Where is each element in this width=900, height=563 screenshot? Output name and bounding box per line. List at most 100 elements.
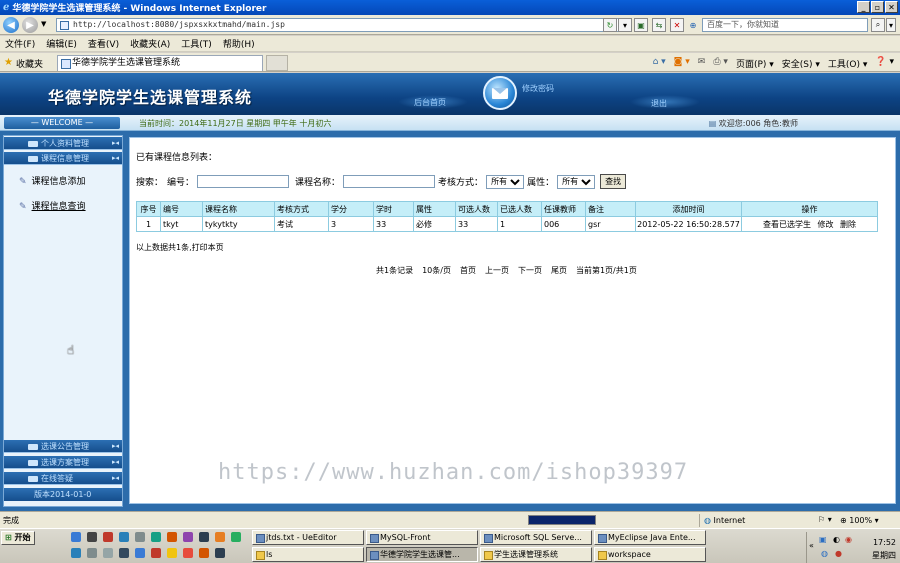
task-folder-ls[interactable]: ls <box>252 547 364 562</box>
security-icon[interactable]: ◉ <box>845 535 852 544</box>
minimize-button[interactable]: _ <box>857 1 870 13</box>
pager-page-size: 10条/页 <box>422 266 451 275</box>
quicklaunch-icon[interactable] <box>119 548 129 558</box>
search-input[interactable]: 百度一下，你就知道 <box>702 18 868 32</box>
tray-expand-icon[interactable]: « <box>809 541 814 550</box>
stop-icon[interactable]: ✕ <box>670 18 684 32</box>
back-button[interactable]: ◀ <box>3 17 19 33</box>
feeds-icon[interactable]: ◙ ▾ <box>674 57 690 70</box>
compat-view-icon[interactable]: ▣ <box>634 18 648 32</box>
page-menu[interactable]: 页面(P) ▾ <box>736 57 774 70</box>
menu-tools[interactable]: 工具(T) <box>181 37 212 50</box>
pager-last[interactable]: 尾页 <box>551 265 567 276</box>
volume-icon[interactable]: ◐ <box>833 535 840 544</box>
record-summary[interactable]: 以上数据共1条,打印本页 <box>136 242 224 253</box>
attribute-select[interactable]: 所有 <box>557 174 596 189</box>
sidebar-section-profile[interactable]: 个人资料管理 ▸◂ <box>4 137 122 150</box>
browser-statusbar: 完成 ◍ Internet ⚐ ▾ ⊕ 100% ▾ <box>0 511 900 528</box>
address-dropdown-icon[interactable]: ▾ <box>618 18 632 32</box>
sidebar-item-course-query[interactable]: ✎ 课程信息查询 <box>19 199 86 212</box>
menu-edit[interactable]: 编辑(E) <box>46 37 77 50</box>
sidebar-section-plan[interactable]: 选课方案管理 ▸◂ <box>4 456 122 469</box>
command-bar: ⌂ ▾ ◙ ▾ ✉ ⎙ ▾ 页面(P) ▾ 安全(S) ▾ 工具(O) ▾ ❓ … <box>653 57 894 70</box>
zoom-control[interactable]: ⊕ 100% ▾ <box>840 514 879 527</box>
quicklaunch-icon[interactable] <box>231 532 241 542</box>
quicklaunch-icon[interactable] <box>183 548 193 558</box>
start-button[interactable]: ⊞ 开始 <box>1 531 35 545</box>
quicklaunch-icon[interactable] <box>215 548 225 558</box>
exam-select[interactable]: 所有 <box>486 174 525 189</box>
pager-next[interactable]: 下一页 <box>518 265 542 276</box>
favorites-button[interactable]: 收藏夹 <box>16 57 43 70</box>
menu-help[interactable]: 帮助(H) <box>223 37 255 50</box>
menu-favorites[interactable]: 收藏夹(A) <box>130 37 170 50</box>
pager-prev[interactable]: 上一页 <box>485 265 509 276</box>
close-window-button[interactable]: ✕ <box>885 1 898 13</box>
task-sql-server[interactable]: Microsoft SQL Serve... <box>480 530 592 545</box>
pager-first[interactable]: 首页 <box>460 265 476 276</box>
network-icon[interactable]: ▣ <box>819 535 827 544</box>
quicklaunch-icon[interactable] <box>167 548 177 558</box>
quicklaunch-icon[interactable] <box>103 548 113 558</box>
nav-dropdown-icon[interactable]: ▼ <box>41 20 46 28</box>
safety-menu[interactable]: 安全(S) ▾ <box>782 57 820 70</box>
sidebar-section-course-info[interactable]: 课程信息管理 ▸◂ <box>4 152 122 165</box>
quicklaunch-icon[interactable] <box>71 548 81 558</box>
browser-tab[interactable]: 华德学院学生选课管理系统 <box>57 55 263 71</box>
quicklaunch-icon[interactable] <box>215 532 225 542</box>
sidebar-section-qa[interactable]: 在线答疑 ▸◂ <box>4 472 122 485</box>
home-link[interactable]: 后台首页 <box>414 97 446 108</box>
home-icon[interactable]: ⌂ ▾ <box>653 57 666 70</box>
quicklaunch-icon[interactable] <box>119 532 129 542</box>
delete-link[interactable]: 删除 <box>840 220 856 229</box>
search-options-icon[interactable]: ▾ <box>886 18 896 32</box>
menu-view[interactable]: 查看(V) <box>88 37 119 50</box>
change-password-link[interactable]: 修改密码 <box>522 83 554 94</box>
help-menu[interactable]: ❓ ▾ <box>875 57 894 70</box>
sidebar-section-announcement[interactable]: 选课公告管理 ▸◂ <box>4 440 122 453</box>
print-icon[interactable]: ⎙ ▾ <box>713 57 728 70</box>
task-ie-course-system[interactable]: 华德学院学生选课管... <box>366 547 478 562</box>
quicklaunch-icon[interactable] <box>87 532 97 542</box>
window-titlebar[interactable]: ℯ 华德学院学生选课管理系统 - Windows Internet Explor… <box>0 0 900 15</box>
logout-link[interactable]: 退出 <box>651 98 667 109</box>
view-students-link[interactable]: 查看已选学生 <box>763 220 811 229</box>
quicklaunch-icon[interactable] <box>87 548 97 558</box>
address-bar[interactable]: http://localhost:8080/jspxsxkxtmahd/main… <box>56 18 628 32</box>
refresh-page-icon[interactable]: ⇆ <box>652 18 666 32</box>
forward-button[interactable]: ▶ <box>22 17 38 33</box>
tools-menu[interactable]: 工具(O) ▾ <box>828 57 868 70</box>
edit-link[interactable]: 修改 <box>818 220 834 229</box>
quicklaunch-icon[interactable] <box>167 532 177 542</box>
quicklaunch-icon[interactable] <box>103 532 113 542</box>
mail-icon[interactable]: ✉ <box>698 57 706 70</box>
task-myeclipse[interactable]: MyEclipse Java Ente... <box>594 530 706 545</box>
quicklaunch-icon[interactable] <box>71 532 81 542</box>
task-ueeditor[interactable]: jtds.txt - UeEditor <box>252 530 364 545</box>
restore-button[interactable]: ▫ <box>871 1 884 13</box>
quicklaunch-icon[interactable] <box>135 548 145 558</box>
find-button[interactable]: 查找 <box>600 174 627 189</box>
task-folder-course-system[interactable]: 学生选课管理系统 <box>480 547 592 562</box>
course-name-input[interactable] <box>343 175 436 188</box>
quicklaunch-icon[interactable] <box>183 532 193 542</box>
protected-mode-icon[interactable]: ⚐ ▾ <box>818 515 832 524</box>
task-mysql-front[interactable]: MySQL-Front <box>366 530 478 545</box>
hand-cursor-icon: ☝ <box>67 343 75 357</box>
clock[interactable]: 17:52 星期四 <box>872 536 896 562</box>
quicklaunch-icon[interactable] <box>199 532 209 542</box>
code-input[interactable] <box>197 175 290 188</box>
quicklaunch-icon[interactable] <box>135 532 145 542</box>
menu-file[interactable]: 文件(F) <box>5 37 35 50</box>
new-tab-button[interactable] <box>266 55 288 71</box>
favorites-star-icon[interactable]: ★ <box>4 57 13 68</box>
antivirus-icon[interactable]: ● <box>835 549 842 558</box>
refresh-icon[interactable]: ↻ <box>603 18 617 32</box>
task-folder-workspace[interactable]: workspace <box>594 547 706 562</box>
search-icon[interactable]: ⌕ <box>871 18 885 32</box>
quicklaunch-icon[interactable] <box>151 532 161 542</box>
ime-icon[interactable]: ◍ <box>821 549 828 558</box>
quicklaunch-icon[interactable] <box>151 548 161 558</box>
quicklaunch-icon[interactable] <box>199 548 209 558</box>
sidebar-item-course-add[interactable]: ✎ 课程信息添加 <box>19 174 86 187</box>
